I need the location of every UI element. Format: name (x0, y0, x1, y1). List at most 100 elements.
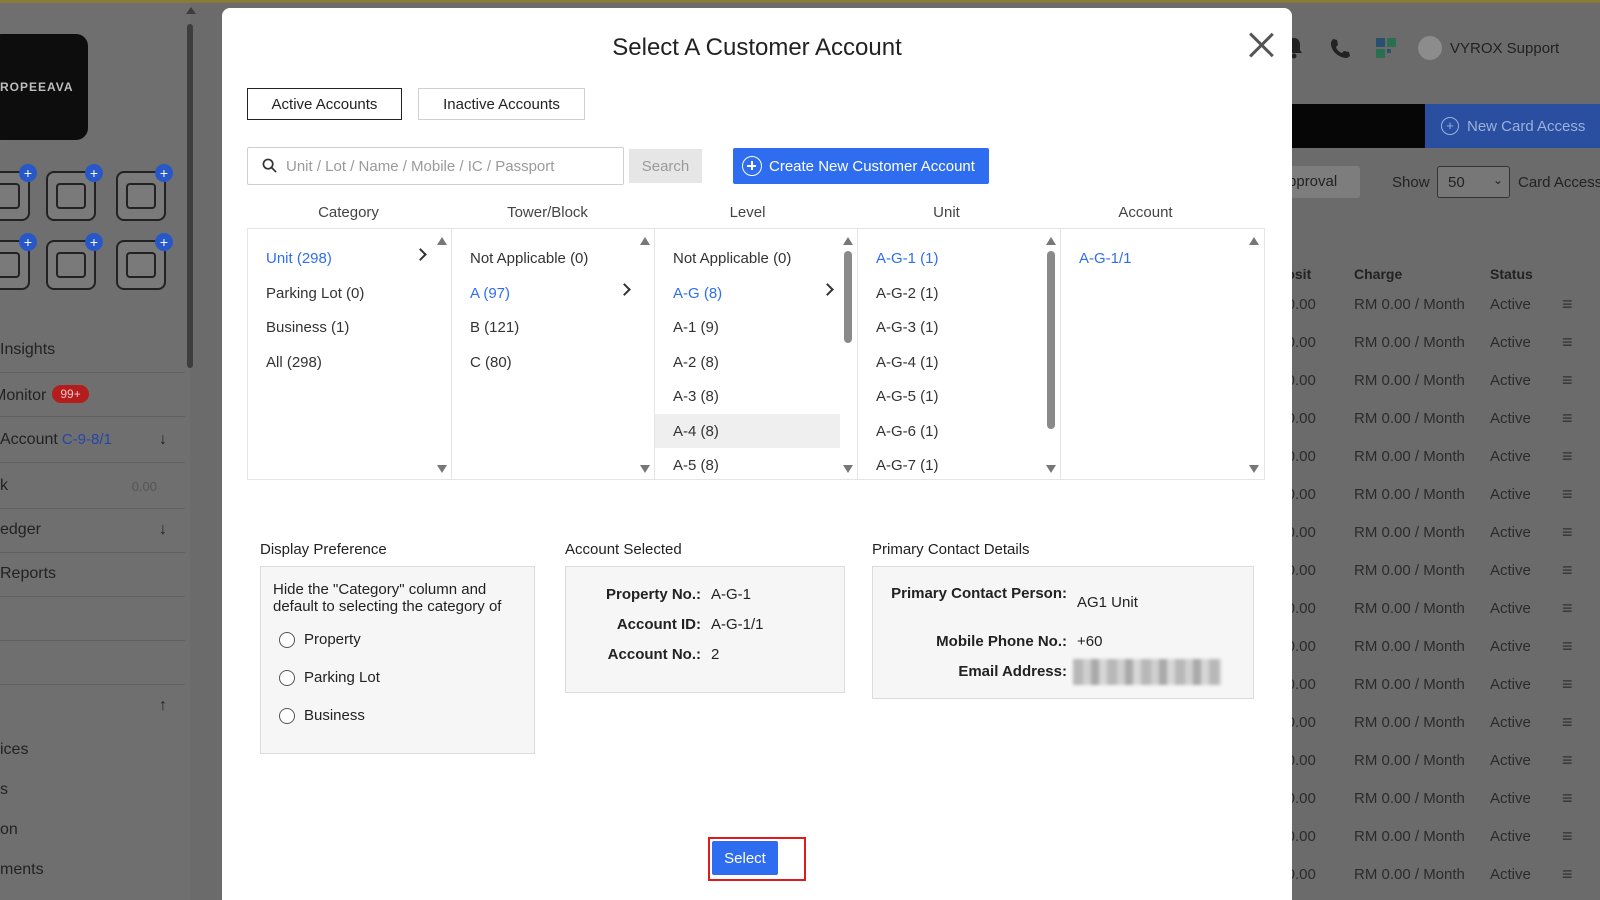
picker-item[interactable]: Not Applicable (0) (452, 241, 637, 275)
radio-business[interactable]: Business (279, 707, 365, 724)
row-menu-icon[interactable]: ≡ (1562, 332, 1573, 353)
phone-icon[interactable] (1326, 34, 1354, 62)
nav-services[interactable]: ices (0, 729, 185, 773)
picker-item[interactable]: Parking Lot (0) (248, 276, 433, 310)
picker-item[interactable]: Business (1) (248, 310, 433, 344)
ledger-icon (126, 252, 156, 278)
nav-item-8[interactable] (0, 641, 185, 685)
quick-action-tile-5[interactable]: + (46, 233, 103, 290)
row-menu-icon[interactable]: ≡ (1562, 598, 1573, 619)
picker-item[interactable]: Not Applicable (0) (655, 241, 840, 275)
scroll-up-arrow[interactable] (843, 237, 853, 245)
scroll-up-arrow[interactable] (1249, 237, 1259, 245)
picker-item[interactable]: A-2 (8) (655, 345, 840, 379)
nav-item-9[interactable]: ↑ (0, 685, 185, 729)
nav-account[interactable]: Account C-9-8/1 ↓ (0, 419, 185, 463)
picker-item[interactable]: A-G-4 (1) (858, 345, 1043, 379)
select-button[interactable]: Select (712, 841, 778, 875)
scroll-down-arrow[interactable] (640, 465, 650, 473)
quick-action-tile-4[interactable]: + (0, 233, 37, 290)
scroll-up-arrow[interactable] (640, 237, 650, 245)
picker-item[interactable]: A-G-3 (1) (858, 310, 1043, 344)
scroll-down-arrow[interactable] (1249, 465, 1259, 473)
user-menu[interactable]: VYROX Support (1418, 36, 1559, 60)
nav-item-11[interactable]: s (0, 769, 185, 813)
search-button[interactable]: Search (629, 149, 702, 183)
nav-balance[interactable]: k 0.00 (0, 465, 185, 509)
radio-property[interactable]: Property (279, 631, 361, 648)
nav-ledger[interactable]: edger ↓ (0, 509, 185, 553)
row-menu-icon[interactable]: ≡ (1562, 370, 1573, 391)
radio-parking-lot[interactable]: Parking Lot (279, 669, 380, 686)
scroll-down-arrow[interactable] (1046, 465, 1056, 473)
property-no-value: A-G-1 (711, 586, 752, 603)
row-menu-icon[interactable]: ≡ (1562, 522, 1573, 543)
scroll-up-arrow[interactable] (437, 237, 447, 245)
picker-item[interactable]: A-1 (9) (655, 310, 840, 344)
picker-item[interactable]: A-G (8) (655, 276, 840, 310)
picker-item[interactable]: A-G-7 (1) (858, 448, 1043, 479)
nav-insights[interactable]: Insights (0, 329, 185, 373)
quick-action-tile-1[interactable]: + (0, 164, 37, 221)
picker-item[interactable]: A-G-2 (1) (858, 276, 1043, 310)
apps-grid-icon[interactable] (1372, 34, 1400, 62)
picker-item[interactable]: C (80) (452, 345, 637, 379)
notification-badge: 99+ (52, 385, 89, 403)
picker-item[interactable]: A-G-1/1 (1061, 241, 1246, 275)
picker-item[interactable]: A-5 (8) (655, 448, 840, 479)
nav-item-12[interactable]: on (0, 809, 185, 853)
close-icon[interactable] (1244, 28, 1278, 62)
nav-monitor[interactable]: Monitor 99+ (0, 373, 185, 417)
people-icon (126, 183, 156, 209)
app-logo: ROPEEAVA (0, 34, 88, 140)
quick-action-tile-3[interactable]: + (116, 164, 173, 221)
cell-charge: RM 0.00 / Month (1354, 486, 1465, 503)
scroll-down-arrow[interactable] (437, 465, 447, 473)
row-menu-icon[interactable]: ≡ (1562, 484, 1573, 505)
row-menu-icon[interactable]: ≡ (1562, 560, 1573, 581)
mobile-phone-value: +60 (1077, 633, 1103, 650)
nav-item-13[interactable]: ments (0, 849, 185, 893)
row-menu-icon[interactable]: ≡ (1562, 294, 1573, 315)
scroll-up-arrow[interactable] (1046, 237, 1056, 245)
search-field[interactable] (247, 147, 624, 185)
picker-item[interactable]: A-G-6 (1) (858, 414, 1043, 448)
sidebar-scrollbar[interactable] (187, 24, 193, 368)
unit-scrollbar-thumb[interactable] (1047, 251, 1055, 429)
row-menu-icon[interactable]: ≡ (1562, 636, 1573, 657)
row-menu-icon[interactable]: ≡ (1562, 712, 1573, 733)
picker-item[interactable]: All (298) (248, 345, 433, 379)
picker-item[interactable]: A-3 (8) (655, 379, 840, 413)
row-menu-icon[interactable]: ≡ (1562, 826, 1573, 847)
row-menu-icon[interactable]: ≡ (1562, 674, 1573, 695)
picker-item[interactable]: Unit (298) (248, 241, 433, 275)
picker-item[interactable]: A-4 (8) (655, 413, 840, 448)
quick-action-tile-6[interactable]: + (116, 233, 173, 290)
row-menu-icon[interactable]: ≡ (1562, 788, 1573, 809)
scroll-down-arrow[interactable] (843, 465, 853, 473)
radio-button[interactable] (279, 631, 295, 648)
nav-item-7[interactable] (0, 597, 185, 641)
picker-item[interactable]: A-G-1 (1) (858, 241, 1043, 275)
level-scrollbar-thumb[interactable] (844, 251, 852, 343)
nav-reports[interactable]: Reports (0, 553, 185, 597)
radio-button[interactable] (279, 669, 295, 686)
picker-item[interactable]: A-G-5 (1) (858, 379, 1043, 413)
sidebar-scroll-up-arrow[interactable] (186, 7, 196, 14)
create-new-customer-account-button[interactable]: Create New Customer Account (733, 148, 989, 184)
person-icon (0, 252, 20, 278)
new-card-access-button[interactable]: + New Card Access (1425, 104, 1600, 148)
quick-action-tile-2[interactable]: + (46, 164, 103, 221)
picker-item[interactable]: A (97) (452, 276, 637, 310)
picker-item[interactable]: B (121) (452, 310, 637, 344)
row-menu-icon[interactable]: ≡ (1562, 750, 1573, 771)
card-access-filter[interactable]: Card Access (1518, 174, 1600, 191)
row-menu-icon[interactable]: ≡ (1562, 864, 1573, 885)
search-input[interactable] (286, 149, 616, 183)
page-size-select[interactable]: 50 ⌄ (1437, 166, 1510, 198)
tab-inactive-accounts[interactable]: Inactive Accounts (418, 88, 585, 120)
row-menu-icon[interactable]: ≡ (1562, 408, 1573, 429)
tab-active-accounts[interactable]: Active Accounts (247, 88, 402, 120)
radio-button[interactable] (279, 707, 295, 724)
row-menu-icon[interactable]: ≡ (1562, 446, 1573, 467)
